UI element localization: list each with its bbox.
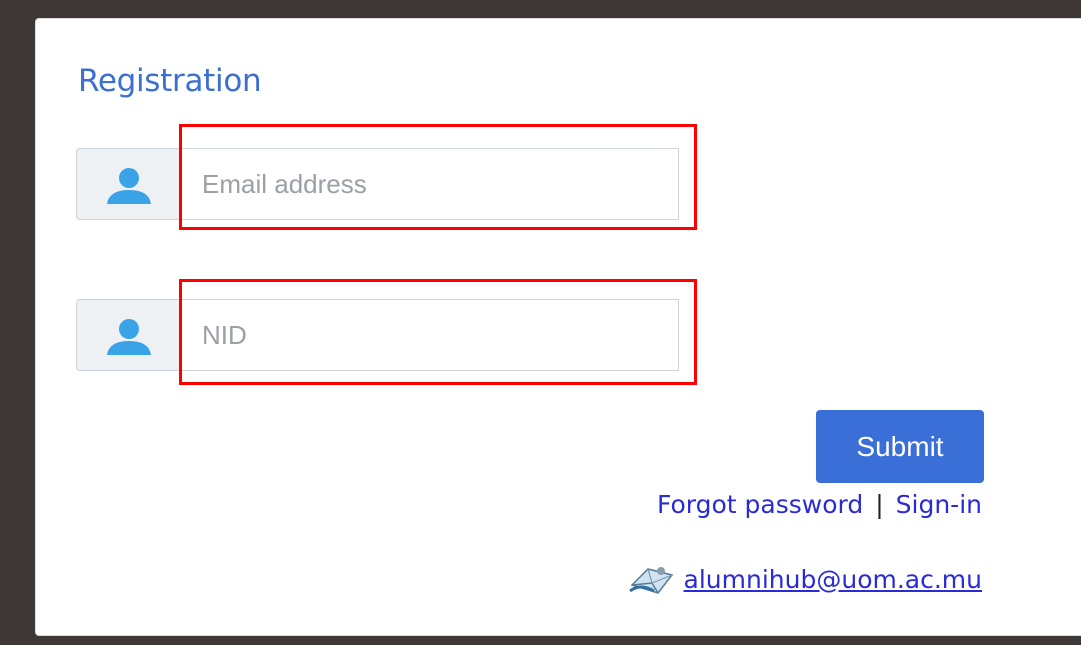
sign-in-link[interactable]: Sign-in — [896, 490, 982, 519]
page-title: Registration — [78, 63, 262, 99]
nid-field[interactable] — [180, 299, 679, 371]
mail-icon — [628, 567, 673, 594]
email-field[interactable] — [180, 148, 679, 220]
registration-panel: Registration Submit Forgot password | Sign… — [35, 18, 1081, 636]
submit-button[interactable]: Submit — [816, 410, 984, 483]
nid-addon — [76, 299, 180, 371]
email-addon — [76, 148, 180, 220]
contact-email: alumnihub@uom.ac.mu — [628, 561, 982, 597]
auth-links: Forgot password | Sign-in — [657, 490, 982, 519]
user-icon — [107, 168, 151, 204]
contact-email-link[interactable]: alumnihub@uom.ac.mu — [684, 565, 982, 594]
link-separator: | — [875, 490, 884, 519]
user-icon — [107, 319, 151, 355]
forgot-password-link[interactable]: Forgot password — [657, 490, 863, 519]
